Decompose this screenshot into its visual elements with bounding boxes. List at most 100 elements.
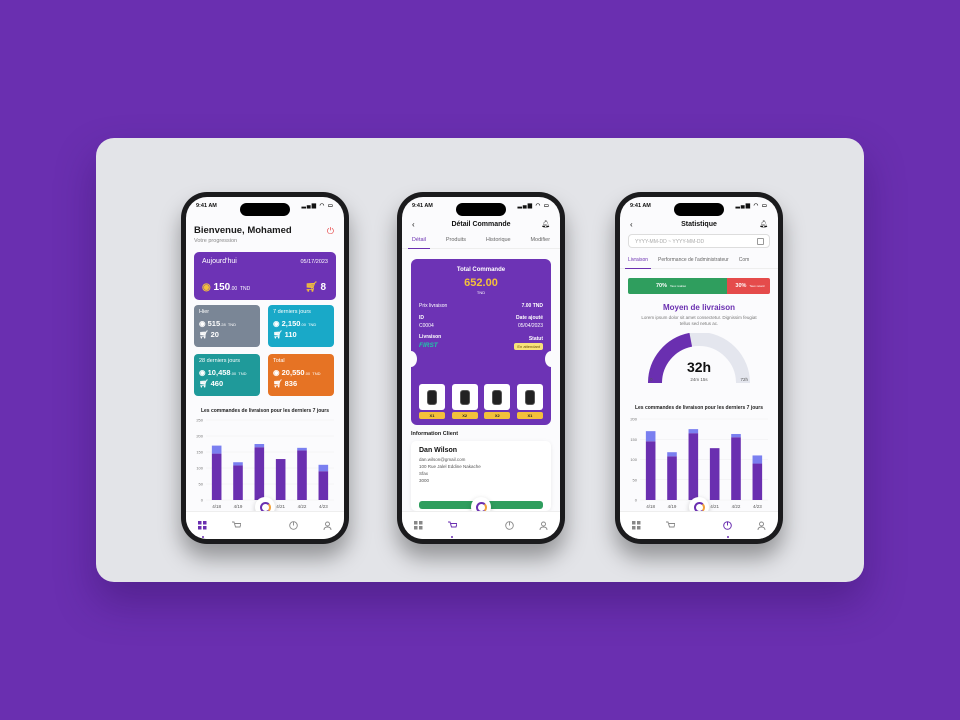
product-item[interactable]: X2 bbox=[484, 384, 511, 419]
dynamic-island bbox=[456, 203, 506, 216]
bar-main bbox=[254, 447, 265, 500]
today-currency: TND bbox=[239, 286, 251, 292]
user-icon[interactable] bbox=[320, 519, 334, 533]
tile-amount-decimals: .00 bbox=[230, 371, 237, 376]
bad-label: Taux retard bbox=[749, 284, 765, 288]
bottom-nav bbox=[186, 511, 344, 539]
tile-currency: TND bbox=[238, 371, 247, 376]
grid-icon[interactable] bbox=[412, 519, 426, 533]
ticket-notch-right bbox=[545, 351, 557, 367]
pie-chart-icon[interactable] bbox=[503, 519, 517, 533]
product-qty: X1 bbox=[419, 412, 445, 419]
tab-com[interactable]: Com bbox=[739, 257, 750, 263]
status-icons: ▂▄▆ ◠ ▭ bbox=[735, 203, 768, 209]
bar-top bbox=[211, 445, 222, 454]
bad-pct: 30% bbox=[735, 283, 747, 289]
bar-main bbox=[645, 441, 656, 500]
cart-icon[interactable] bbox=[663, 519, 677, 533]
bell-icon[interactable]: 🔔︎ bbox=[541, 220, 550, 228]
cart-icon: 🛒︎ bbox=[304, 282, 318, 293]
bottom-nav bbox=[620, 511, 778, 539]
cart-icon[interactable] bbox=[445, 519, 459, 538]
tab-historique[interactable]: Historique bbox=[486, 237, 511, 243]
grid-icon[interactable] bbox=[196, 519, 210, 538]
y-tick-label: 100 bbox=[196, 466, 203, 471]
statistics-screen: 9:41 AM ▂▄▆ ◠ ▭ ‹ Statistique 🔔︎ YYYY-MM-… bbox=[620, 197, 778, 539]
date-range-input[interactable]: YYYY-MM-DD ~ YYYY-MM-DD bbox=[628, 234, 770, 248]
y-tick-label: 0 bbox=[201, 498, 204, 503]
tile-amount: ◉ 2,150.00 TND bbox=[273, 319, 317, 328]
first-delivery-logo: FIRST bbox=[419, 342, 438, 349]
tile-7-jours[interactable]: 7 derniers jours ◉ 2,150.00 TND 🛒︎ 110 bbox=[268, 305, 334, 347]
grid-icon[interactable] bbox=[630, 519, 644, 533]
y-tick-label: 150 bbox=[196, 450, 203, 455]
gauge-min: 0 bbox=[650, 377, 653, 382]
status-time: 9:41 AM bbox=[196, 203, 217, 209]
tile-total[interactable]: Total ◉ 20,550.00 TND 🛒︎ 836 bbox=[268, 354, 334, 396]
tile-28-jours[interactable]: 28 derniers jours ◉ 10,458.00 TND 🛒︎ 460 bbox=[194, 354, 260, 396]
x-tick-label: 4/19 bbox=[234, 504, 243, 509]
user-icon[interactable] bbox=[754, 519, 768, 533]
product-qty: X1 bbox=[516, 412, 543, 419]
logout-icon[interactable]: ⏻ bbox=[327, 226, 334, 237]
tab-performance[interactable]: Performance de l'administrateur bbox=[658, 257, 729, 263]
welcome-subtitle: Votre progression bbox=[194, 238, 238, 244]
today-orders-value: 8 bbox=[320, 282, 326, 293]
chart-title: Les commandes de livraison pour les dern… bbox=[200, 408, 330, 414]
gauge-value: 32h bbox=[686, 359, 712, 375]
bar-top bbox=[297, 447, 307, 451]
bottom-nav bbox=[402, 511, 560, 539]
bar-top bbox=[254, 444, 265, 448]
client-zip: 3000 bbox=[419, 478, 430, 483]
page-title: Détail Commande bbox=[451, 221, 511, 228]
status-time: 9:41 AM bbox=[412, 203, 433, 209]
today-amount-decimals: .00 bbox=[230, 286, 238, 292]
moyen-description: Lorem ipsum dolor sit amet consectetur. … bbox=[641, 315, 757, 326]
tile-orders-value: 20 bbox=[210, 330, 219, 339]
tile-currency: TND bbox=[308, 322, 317, 327]
tile-amount-value: 10,458 bbox=[207, 368, 231, 377]
bar-top bbox=[688, 429, 699, 434]
tile-label: 7 derniers jours bbox=[273, 309, 311, 315]
pie-chart-icon[interactable] bbox=[721, 519, 735, 538]
calendar-icon[interactable] bbox=[757, 238, 764, 245]
client-section-title: Information Client bbox=[411, 431, 459, 437]
product-item[interactable]: X2 bbox=[451, 384, 478, 419]
tile-orders-value: 836 bbox=[284, 379, 298, 388]
tab-produits[interactable]: Produits bbox=[446, 237, 466, 243]
product-item[interactable]: X1 bbox=[516, 384, 543, 419]
tile-amount: ◉ 20,550.00 TND bbox=[273, 368, 321, 377]
performance-bar: 70% Taux réalisé 30% Taux retard bbox=[628, 278, 770, 294]
tile-amount-value: 2,150 bbox=[281, 319, 301, 328]
tab-detail[interactable]: Détail bbox=[407, 237, 431, 249]
bar-main bbox=[709, 448, 720, 500]
tab-modifier[interactable]: Modifier bbox=[530, 237, 550, 243]
order-detail-screen: 9:41 AM ▂▄▆ ◠ ▭ ‹ Détail Commande 🔔︎ Déta… bbox=[402, 197, 560, 539]
x-tick-label: 4/23 bbox=[753, 504, 762, 509]
watch-icon bbox=[427, 389, 437, 405]
total-unit: TND bbox=[476, 290, 486, 295]
tile-hier[interactable]: Hier ◉ 515.28 TND 🛒︎ 20 bbox=[194, 305, 260, 347]
cart-icon[interactable] bbox=[229, 519, 243, 533]
tile-orders-value: 460 bbox=[210, 379, 224, 388]
bar-main bbox=[318, 471, 329, 500]
status-icons: ▂▄▆ ◠ ▭ bbox=[517, 203, 550, 209]
dashboard-screen: 9:41 AM ▂▄▆ ◠ ▭ Bienvenue, Mohamed Votre … bbox=[186, 197, 344, 539]
client-city: Sfax bbox=[419, 471, 429, 476]
bar-top bbox=[318, 464, 329, 472]
bar-top bbox=[645, 431, 656, 442]
product-qty: X2 bbox=[484, 412, 511, 419]
product-image bbox=[451, 384, 478, 410]
today-amount: ◉ 150.00 TND bbox=[202, 282, 250, 293]
tab-livraison[interactable]: Livraison bbox=[624, 257, 652, 269]
good-label: Taux réalisé bbox=[670, 284, 687, 288]
user-icon[interactable] bbox=[536, 519, 550, 533]
pie-chart-icon[interactable] bbox=[287, 519, 301, 533]
coin-icon: ◉ bbox=[202, 282, 211, 293]
x-tick-label: 4/23 bbox=[319, 504, 328, 509]
bell-icon[interactable]: 🔔︎ bbox=[759, 220, 768, 228]
product-item[interactable]: X1 bbox=[419, 384, 445, 419]
watch-icon bbox=[459, 389, 470, 405]
client-name: Dan Wilson bbox=[419, 447, 458, 454]
tile-currency: TND bbox=[312, 371, 321, 376]
